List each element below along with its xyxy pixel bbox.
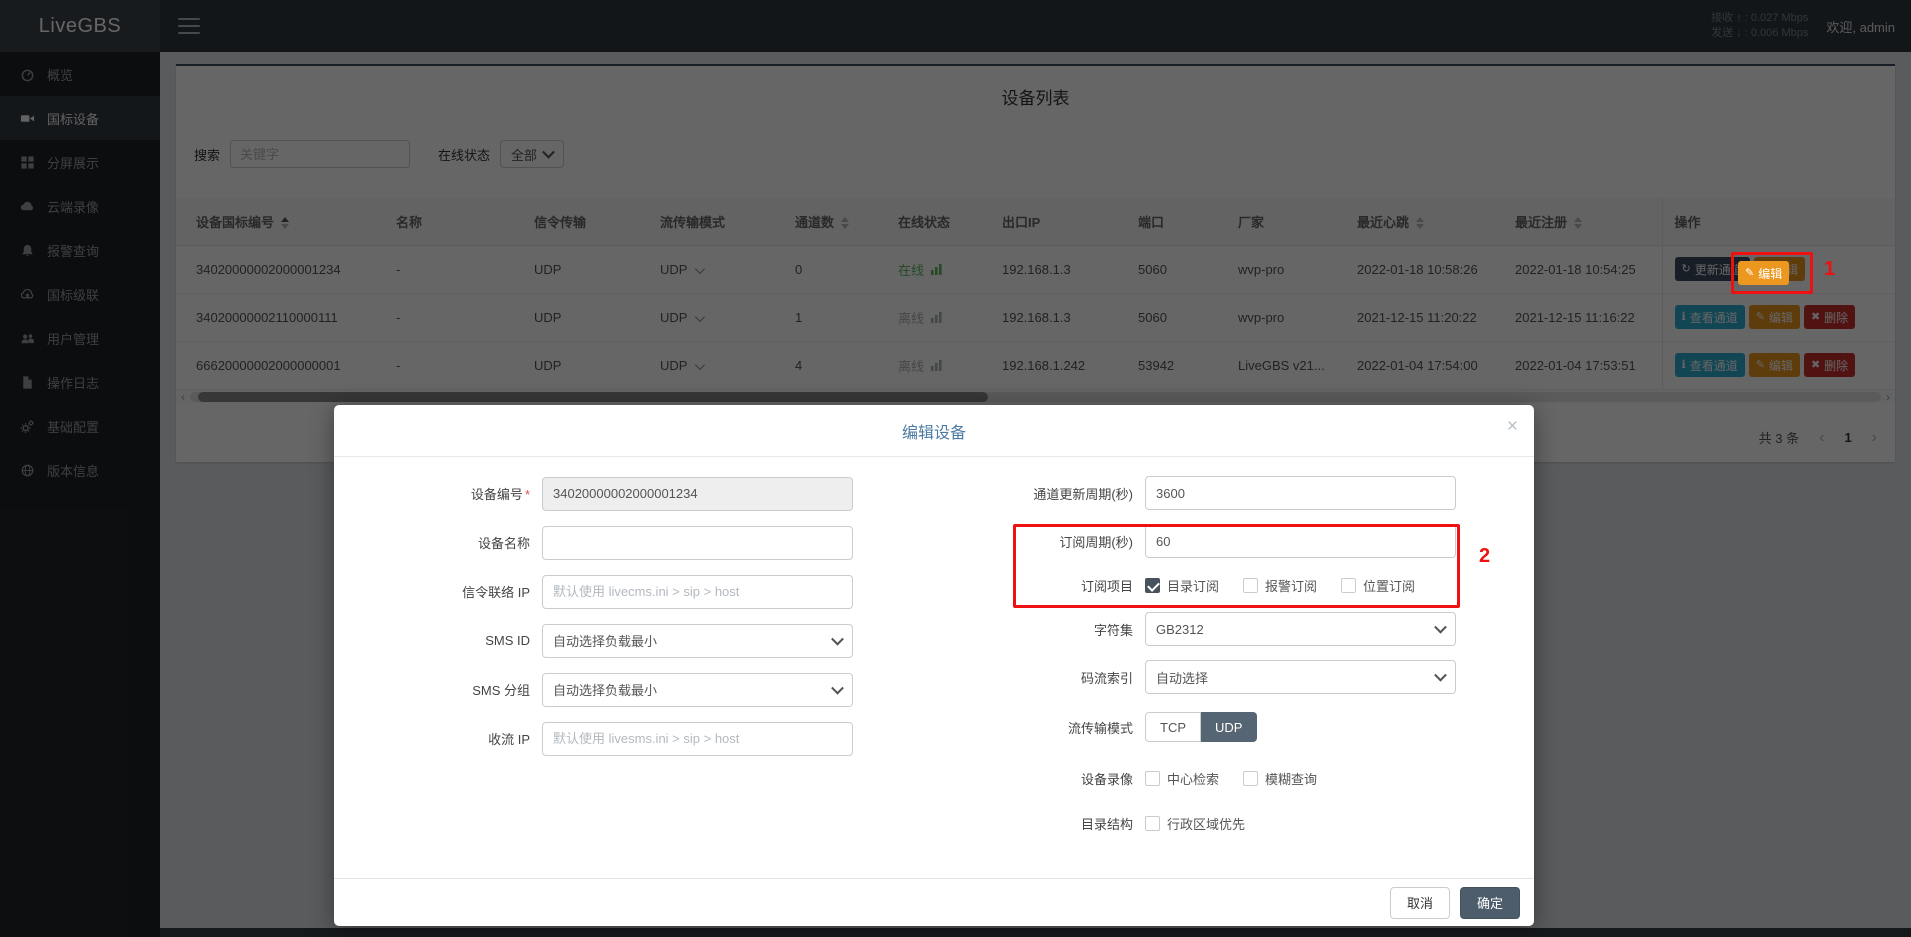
charset-select[interactable]: GB2312 (1145, 612, 1456, 646)
edit-icon: ✎ (1745, 268, 1754, 279)
admin-region-priority-option[interactable]: 行政区域优先 (1145, 814, 1245, 833)
cancel-button[interactable]: 取消 (1390, 887, 1450, 919)
center-search-option[interactable]: 中心检索 (1145, 769, 1219, 788)
form-row-sip-host: 信令联络 IP (358, 567, 918, 616)
edit-device-modal: 编辑设备 × 设备编号* 设备名称 信令联络 IP SMS ID 自动选择负载最… (334, 405, 1534, 926)
tcp-toggle-button[interactable]: TCP (1145, 712, 1201, 742)
form-row-device-record: 设备录像 中心检索 模糊查询 (933, 753, 1513, 803)
udp-toggle-button[interactable]: UDP (1201, 712, 1257, 742)
form-row-stream-ip: 收流 IP (358, 714, 918, 763)
fuzzy-query-option[interactable]: 模糊查询 (1243, 769, 1317, 788)
annotation-step-2: 2 (1479, 545, 1490, 568)
form-row-device-name: 设备名称 (358, 518, 918, 567)
form-row-charset: 字符集 GB2312 (933, 605, 1513, 653)
sms-id-select[interactable]: 自动选择负载最小 (542, 624, 853, 658)
modal-header: 编辑设备 × (334, 405, 1534, 457)
channel-refresh-input[interactable] (1145, 476, 1456, 510)
form-row-stream-index: 码流索引 自动选择 (933, 653, 1513, 701)
form-row-stream-mode: 流传输模式 TCP UDP (933, 701, 1513, 753)
confirm-button[interactable]: 确定 (1460, 887, 1520, 919)
edit-button-highlighted[interactable]: ✎编辑 (1738, 261, 1789, 285)
annotation-step-1: 1 (1824, 258, 1835, 281)
modal-footer: 取消 确定 (334, 878, 1534, 926)
annotation-box-1: ✎编辑 (1731, 252, 1813, 294)
form-row-device-id: 设备编号* (358, 469, 918, 518)
form-row-sms-group: SMS 分组 自动选择负载最小 (358, 665, 918, 714)
app-root: LiveGBS 接收 ↑ : 0.027 Mbps 发送 ↓ : 0.006 M… (0, 0, 1911, 937)
form-row-channel-refresh: 通道更新周期(秒) (933, 469, 1513, 517)
checkbox-icon (1145, 816, 1160, 831)
stream-ip-input[interactable] (542, 722, 853, 756)
sip-host-input[interactable] (542, 575, 853, 609)
device-name-input[interactable] (542, 526, 853, 560)
form-row-sms-id: SMS ID 自动选择负载最小 (358, 616, 918, 665)
sms-group-select[interactable]: 自动选择负载最小 (542, 673, 853, 707)
form-row-dir-structure: 目录结构 行政区域优先 (933, 803, 1513, 843)
checkbox-icon (1243, 771, 1258, 786)
device-id-input (542, 477, 853, 511)
modal-left-column: 设备编号* 设备名称 信令联络 IP SMS ID 自动选择负载最小 SMS 分… (358, 469, 918, 763)
stream-index-select[interactable]: 自动选择 (1145, 660, 1456, 694)
checkbox-icon (1145, 771, 1160, 786)
modal-title: 编辑设备 (902, 419, 966, 443)
close-icon[interactable]: × (1507, 417, 1518, 436)
annotation-box-2 (1013, 524, 1460, 608)
required-asterisk: * (525, 487, 530, 502)
